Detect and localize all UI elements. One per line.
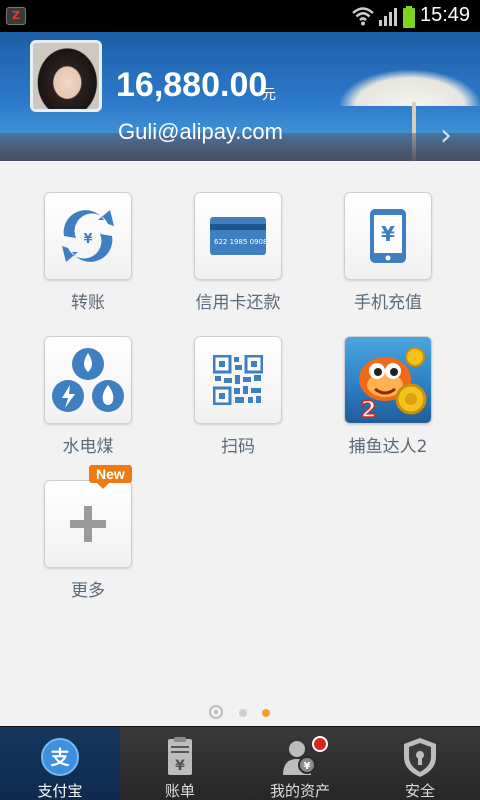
utilities-icon xyxy=(52,348,124,412)
chevron-right-icon[interactable]: › xyxy=(440,121,452,151)
new-badge: New xyxy=(89,465,132,489)
tab-my-assets[interactable]: ¥ 我的资产 xyxy=(240,727,360,800)
bottom-tab-bar: 支 支付宝 ¥ 账单 ¥ 我的资产 安全 xyxy=(0,726,480,800)
app-label: 信用卡还款 xyxy=(195,293,281,313)
app-tile[interactable]: 2 xyxy=(344,336,432,424)
wifi-icon xyxy=(352,7,374,26)
app-label: 手机充值 xyxy=(354,293,422,313)
svg-text:¥: ¥ xyxy=(83,232,92,247)
app-tile[interactable] xyxy=(44,336,132,424)
app-tile[interactable]: 622 1985 0908 xyxy=(194,192,282,280)
yuan-symbol: ¥ xyxy=(381,222,395,246)
game-number-badge: 2 xyxy=(361,398,376,423)
app-label: 水电煤 xyxy=(62,437,114,457)
app-label: 转账 xyxy=(71,293,105,313)
tab-label: 我的资产 xyxy=(269,782,330,800)
currency-unit: 元 xyxy=(262,87,276,103)
mobile-recharge-icon: ¥ xyxy=(370,209,406,263)
app-fishing-game[interactable]: 2 捕鱼达人2 xyxy=(323,336,453,457)
battery-icon xyxy=(403,6,415,28)
app-label: 捕鱼达人2 xyxy=(348,437,428,457)
signal-icon xyxy=(379,8,397,26)
app-utilities[interactable]: 水电煤 xyxy=(23,336,153,457)
bill-icon: ¥ xyxy=(168,737,192,775)
status-bar: Z 15:49 xyxy=(0,0,480,32)
tab-label: 安全 xyxy=(404,782,435,800)
status-clock: 15:49 xyxy=(420,4,471,26)
page-indicator xyxy=(0,705,480,719)
tab-label: 支付宝 xyxy=(37,782,83,800)
alipay-icon: 支 xyxy=(41,738,79,776)
app-label: 更多 xyxy=(71,581,105,601)
tab-bill[interactable]: ¥ 账单 xyxy=(120,727,240,800)
plus-icon xyxy=(70,506,106,542)
app-more[interactable]: New 更多 xyxy=(23,465,153,601)
qr-code-icon xyxy=(213,355,263,405)
fishing-game-icon: 2 xyxy=(359,347,427,423)
app-scan-qr[interactable]: 扫码 xyxy=(173,336,303,457)
notification-app-icon[interactable]: Z xyxy=(6,7,26,25)
home-page-dot[interactable] xyxy=(209,705,223,719)
notification-dot xyxy=(312,736,328,752)
tab-security[interactable]: 安全 xyxy=(360,727,480,800)
avatar[interactable] xyxy=(30,40,102,112)
transfer-icon: ¥ xyxy=(62,210,114,262)
account-balance: 16,880.00 xyxy=(116,66,268,104)
app-mobile-recharge[interactable]: ¥ 手机充值 xyxy=(323,192,453,313)
tab-alipay[interactable]: 支 支付宝 xyxy=(0,727,120,800)
tab-label: 账单 xyxy=(164,782,195,800)
page-dot-active[interactable] xyxy=(262,709,270,717)
assets-glyph: ¥ xyxy=(304,761,311,772)
app-credit-card-repayment[interactable]: 622 1985 0908 信用卡还款 xyxy=(173,192,303,313)
app-transfer[interactable]: ¥ 转账 xyxy=(23,192,153,313)
shield-icon xyxy=(404,738,436,777)
app-label: 扫码 xyxy=(221,437,255,457)
app-tile[interactable]: New xyxy=(44,465,132,568)
credit-card-icon: 622 1985 0908 xyxy=(210,217,267,255)
umbrella-decoration xyxy=(340,70,480,106)
alipay-glyph: 支 xyxy=(49,747,70,769)
app-tile[interactable]: ¥ xyxy=(44,192,132,280)
app-tile[interactable]: ¥ xyxy=(344,192,432,280)
card-number: 622 1985 0908 xyxy=(214,238,267,246)
bill-glyph: ¥ xyxy=(175,758,185,774)
page-dot[interactable] xyxy=(239,709,247,717)
account-email: Guli@alipay.com xyxy=(118,119,283,144)
app-tile[interactable] xyxy=(194,336,282,424)
